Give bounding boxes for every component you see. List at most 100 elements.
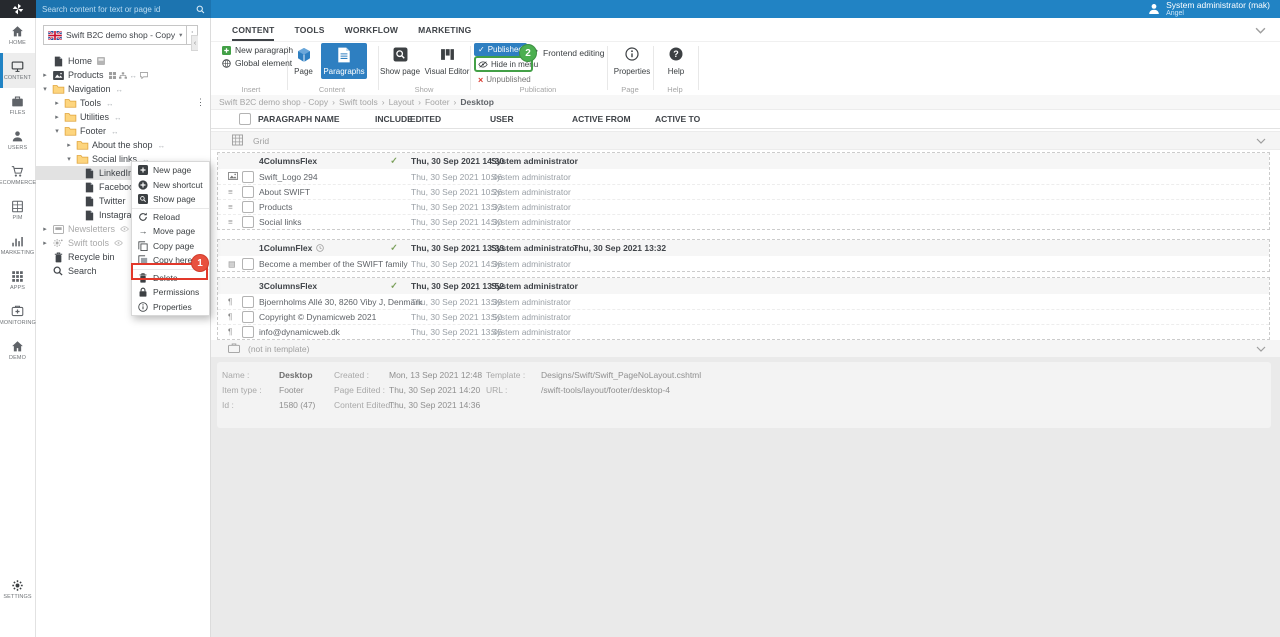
page-icon [82,210,96,221]
menu-item-permissions[interactable]: Permissions [132,285,209,300]
sitemap-icon [119,72,127,79]
search-bar[interactable] [36,0,211,18]
select-all-checkbox[interactable] [239,113,251,125]
nav-settings[interactable]: SETTINGS [0,572,35,607]
nav-files[interactable]: FILES [0,88,35,123]
paragraph-row[interactable]: ▤ Become a member of the SWIFT family Th… [218,256,1269,271]
magnifier-box-icon [393,47,408,62]
frontend-editing-button[interactable]: Frontend editing [529,48,604,58]
paragraph-row[interactable]: ≡ Social links Thu, 30 Sep 2021 14:30 Sy… [218,214,1269,229]
paragraph-row[interactable]: ≡ Products Thu, 30 Sep 2021 13:33 System… [218,199,1269,214]
menu-item-reload[interactable]: Reload [132,210,209,225]
tree-item-about-the-shop[interactable]: ▸ About the shop ↔ [36,138,210,152]
search-icon [51,266,65,276]
site-selector-dropdown[interactable]: Swift B2C demo shop - Copy ▾ [43,25,187,45]
help-button[interactable]: ? Help [656,43,696,79]
group-label-show: Show [415,85,434,94]
row-checkbox[interactable] [242,216,254,228]
nav-content[interactable]: CONTENT [0,53,35,88]
menu-item-copy-page[interactable]: Copy page [132,239,209,254]
tree-item-home[interactable]: Home [36,54,210,68]
menu-item-properties[interactable]: Properties [132,300,209,315]
show-page-button[interactable]: Show page [381,43,419,79]
row-checkbox[interactable] [242,201,254,213]
copy-here-icon [138,255,148,265]
page-name-value: Desktop [279,370,313,380]
app-window: System administrator (mak) Angel HOME CO… [0,0,1280,637]
row-checkbox[interactable] [242,296,254,308]
expander-icon: ▾ [51,127,63,135]
monitoring-icon [11,305,24,318]
grid-mini-icon [109,72,116,79]
menu-item-new-page[interactable]: New page [132,163,209,178]
svg-text:?: ? [673,49,679,59]
menu-item-show-page[interactable]: Show page [132,192,209,207]
row-checkbox[interactable] [242,326,254,338]
row-checkbox[interactable] [242,258,254,270]
tab-marketing[interactable]: MARKETING [418,25,471,41]
search-input[interactable] [42,5,192,14]
tree-item-utilities[interactable]: ▸ Utilities ↔ [36,110,210,124]
tab-content[interactable]: CONTENT [232,25,274,41]
collapse-ribbon-chevron-icon[interactable] [1255,27,1266,34]
expander-icon: ▸ [63,141,75,149]
properties-button[interactable]: Properties [612,43,652,79]
tab-workflow[interactable]: WORKFLOW [345,25,399,41]
tab-tools[interactable]: TOOLS [294,25,324,41]
lock-icon [138,287,148,297]
paragraph-row[interactable]: Swift_Logo 294 Thu, 30 Sep 2021 10:46 Sy… [218,169,1269,184]
chevron-down-icon[interactable] [1256,344,1266,354]
menu-item-move-page[interactable]: → Move page [132,224,209,239]
group-header-row[interactable]: 1ColumnFlex ✓ Thu, 30 Sep 2021 13:33 Sys… [218,240,1269,256]
move-arrows-icon: ↔ [114,113,122,122]
search-icon[interactable] [196,5,205,14]
paragraph-row[interactable]: ¶ info@dynamicweb.dk Thu, 30 Sep 2021 13… [218,324,1269,339]
tree-item-navigation[interactable]: ▾ Navigation ↔ [36,82,210,96]
menu-item-delete[interactable]: Delete [132,271,209,286]
user-menu[interactable]: System administrator (mak) Angel [1148,1,1280,18]
row-checkbox[interactable] [242,311,254,323]
not-in-template-row[interactable]: (not in template) [211,340,1280,357]
nav-marketing[interactable]: MARKETING [0,228,35,263]
person-icon [11,130,24,143]
folder-icon [63,112,77,122]
paragraphs-view-button[interactable]: Paragraphs [321,43,367,79]
nav-apps[interactable]: APPS [0,263,35,298]
nav-users[interactable]: USERS [0,123,35,158]
menu-item-new-shortcut[interactable]: New shortcut [132,178,209,193]
nav-pim[interactable]: PIM [0,193,35,228]
group-header-row[interactable]: 3ColumnsFlex ✓ Thu, 30 Sep 2021 13:52 Sy… [218,278,1269,294]
nav-ecommerce[interactable]: ECOMMERCE [0,158,35,193]
expander-icon: ▾ [63,155,75,163]
group-header-row[interactable]: 4ColumnsFlex ✓ Thu, 30 Sep 2021 14:30 Sy… [218,153,1269,169]
move-arrows-icon: ↔ [158,141,166,150]
visual-editor-button[interactable]: Visual Editor [423,43,471,79]
tree-item-footer[interactable]: ▾ Footer ↔ [36,124,210,138]
row-checkbox[interactable] [242,171,254,183]
page-view-button[interactable]: Page [288,43,319,79]
global-element-button[interactable]: Global element [222,58,292,68]
chevron-down-icon[interactable] [1256,136,1266,146]
dynamicweb-logo[interactable] [0,0,36,18]
paragraph-row[interactable]: ¶ Copyright © Dynamicweb 2021 Thu, 30 Se… [218,309,1269,324]
row-options-icon[interactable]: ⋮ [196,97,205,108]
tree-item-products[interactable]: ▸ Products ↔ [36,68,210,82]
nav-demo[interactable]: DEMO [0,333,35,368]
new-paragraph-button[interactable]: New paragraph [222,45,293,55]
row-checkbox[interactable] [242,186,254,198]
paragraph-row[interactable]: ¶ Bjoernholms Allé 30, 8260 Viby J, Denm… [218,294,1269,309]
tree-item-tools[interactable]: ▸ Tools ↔ ⋮ [36,96,210,110]
nav-monitoring[interactable]: MONITORING [0,298,35,333]
nav-home[interactable]: HOME [0,18,35,53]
paragraph-group-1columnflex: 1ColumnFlex ✓ Thu, 30 Sep 2021 13:33 Sys… [217,239,1270,272]
user-name: System administrator (mak) [1166,1,1270,11]
cross-icon: × [478,75,483,85]
grid-section-row[interactable]: Grid [211,131,1280,150]
help-icon: ? [669,47,683,61]
hidden-eye-icon [120,226,129,232]
paragraph-row[interactable]: ≡ About SWIFT Thu, 30 Sep 2021 10:26 Sys… [218,184,1269,199]
panel-collapse-handle[interactable]: ‹ [191,35,198,51]
image-page-icon [51,71,65,80]
top-bar: System administrator (mak) Angel [0,0,1280,18]
group-label-publication: Publication [520,85,557,94]
